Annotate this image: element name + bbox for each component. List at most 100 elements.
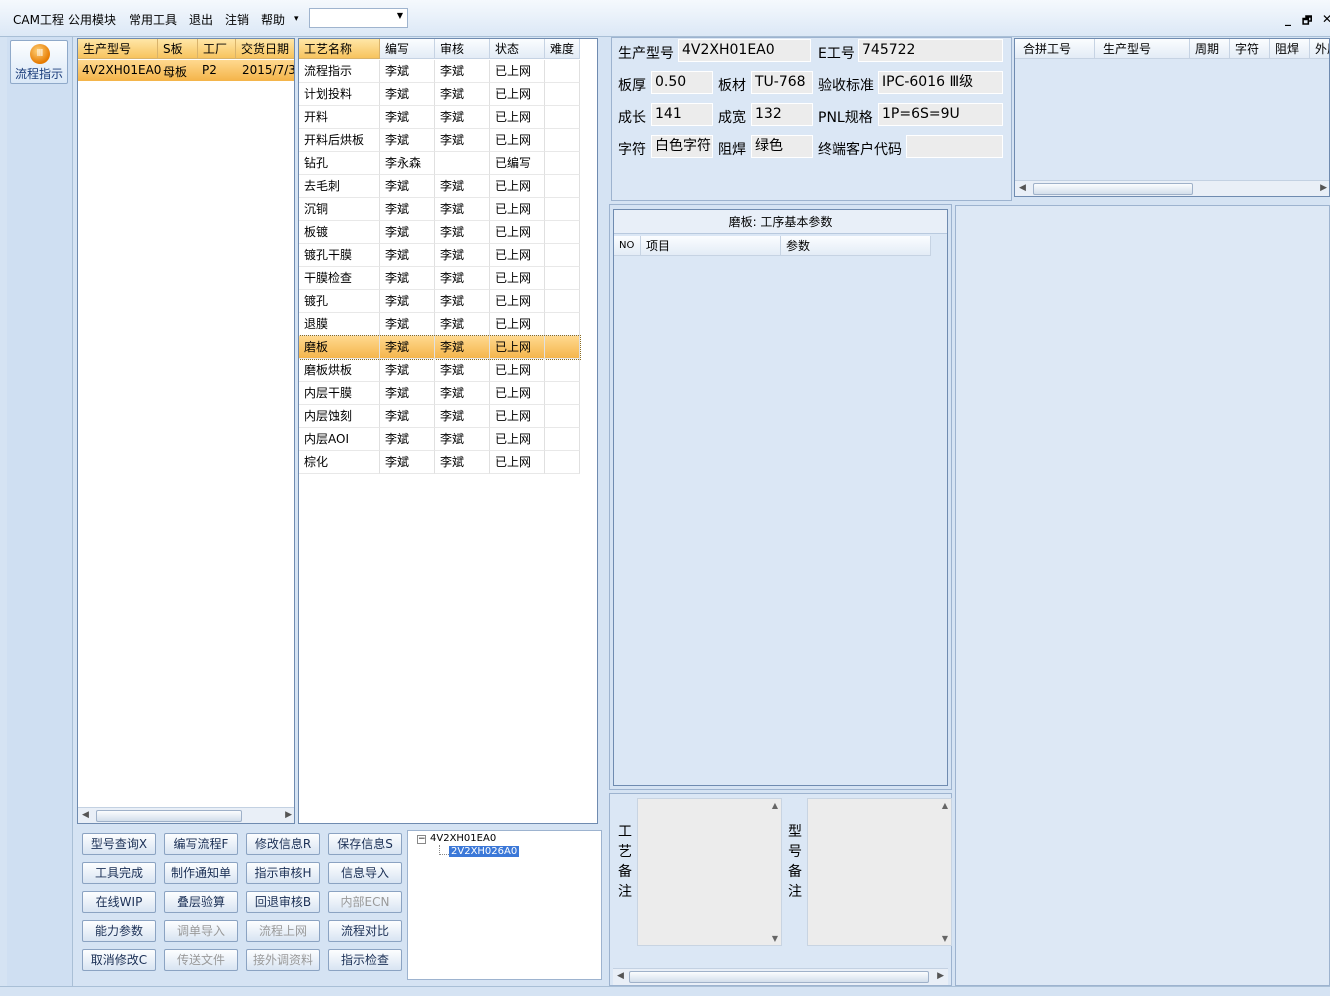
menu-overflow-arrow-icon[interactable]: ▾ bbox=[294, 14, 299, 24]
scroll-right-icon[interactable]: ▶ bbox=[285, 810, 292, 820]
action-button[interactable]: 叠层验算 bbox=[164, 891, 238, 913]
col-header-reviewer[interactable]: 审核 bbox=[435, 39, 490, 59]
model-remark-textarea[interactable]: ▲ ▼ bbox=[807, 798, 952, 946]
menu-common-module[interactable]: 公用模块 bbox=[68, 11, 116, 28]
action-button[interactable]: 型号查询X bbox=[82, 833, 156, 855]
col-header-item[interactable]: 项目 bbox=[641, 236, 781, 256]
col-header-no[interactable]: NO bbox=[614, 236, 641, 256]
action-button[interactable]: 回退审核B bbox=[246, 891, 320, 913]
field-standard[interactable]: IPC-6016 Ⅲ级 bbox=[878, 71, 1003, 94]
table-row[interactable]: 开料 李斌 李斌 已上网 bbox=[299, 106, 580, 129]
table-row[interactable]: 内层干膜 李斌 李斌 已上网 bbox=[299, 382, 580, 405]
action-button[interactable]: 编写流程F bbox=[164, 833, 238, 855]
scroll-up-icon[interactable]: ▲ bbox=[772, 801, 778, 810]
col-header-param[interactable]: 参数 bbox=[781, 236, 931, 256]
table-row[interactable]: 流程指示 李斌 李斌 已上网 bbox=[299, 60, 580, 83]
table-row[interactable]: 镀孔干膜 李斌 李斌 已上网 bbox=[299, 244, 580, 267]
col-header-merge-model[interactable]: 生产型号 bbox=[1095, 39, 1190, 59]
col-header-cycle[interactable]: 周期 bbox=[1190, 39, 1230, 59]
table-row[interactable]: 板镀 李斌 李斌 已上网 bbox=[299, 221, 580, 244]
tree-child-node[interactable]: 2V2XH026A0 bbox=[449, 846, 520, 857]
col-header-model[interactable]: 生产型号 bbox=[78, 39, 158, 59]
col-header-difficulty[interactable]: 难度 bbox=[545, 39, 580, 59]
table-row[interactable]: 内层蚀刻 李斌 李斌 已上网 bbox=[299, 405, 580, 428]
scroll-down-icon[interactable]: ▼ bbox=[942, 934, 948, 943]
action-button[interactable]: 信息导入 bbox=[328, 862, 402, 884]
tree-root-node[interactable]: 4V2XH01EA0 bbox=[430, 833, 496, 844]
menu-logout[interactable]: 注销 bbox=[225, 11, 249, 28]
menu-combobox[interactable]: ▼ bbox=[309, 8, 408, 28]
restore-icon[interactable]: 🗗 bbox=[1302, 12, 1312, 31]
remarks-hscrollbar[interactable]: ◀ ▶ bbox=[613, 968, 948, 985]
table-row[interactable]: 钻孔 李永森 已编写 bbox=[299, 152, 580, 175]
field-pnl[interactable]: 1P=6S=9U bbox=[878, 103, 1003, 126]
model-grid-hscrollbar[interactable]: ◀ ▶ bbox=[78, 807, 294, 823]
action-button[interactable]: 取消修改C bbox=[82, 949, 156, 971]
scroll-down-icon[interactable]: ▼ bbox=[772, 934, 778, 943]
menu-help[interactable]: 帮助 bbox=[261, 11, 285, 28]
action-button[interactable]: 制作通知单 bbox=[164, 862, 238, 884]
scroll-up-icon[interactable]: ▲ bbox=[942, 801, 948, 810]
flow-indicator-button[interactable]: Ⅲ 流程指示 bbox=[10, 40, 68, 84]
close-icon[interactable]: ✕ bbox=[1322, 12, 1330, 26]
table-row[interactable]: 内层AOI 李斌 李斌 已上网 bbox=[299, 428, 580, 451]
action-button[interactable]: 工具完成 bbox=[82, 862, 156, 884]
scroll-left-icon[interactable]: ◀ bbox=[1019, 183, 1026, 193]
action-button[interactable]: 指示检查 bbox=[328, 949, 402, 971]
col-header-status[interactable]: 状态 bbox=[490, 39, 545, 59]
table-row[interactable]: 磨板烘板 李斌 李斌 已上网 bbox=[299, 359, 580, 382]
table-row[interactable]: 去毛刺 李斌 李斌 已上网 bbox=[299, 175, 580, 198]
chevron-down-icon[interactable]: ▼ bbox=[397, 11, 403, 20]
table-row[interactable]: 磨板 李斌 李斌 已上网 bbox=[299, 335, 581, 360]
col-header-delivery-date[interactable]: 交货日期 bbox=[236, 39, 294, 59]
table-row[interactable]: 干膜检查 李斌 李斌 已上网 bbox=[299, 267, 580, 290]
table-row[interactable]: 沉铜 李斌 李斌 已上网 bbox=[299, 198, 580, 221]
field-e-job[interactable]: 745722 bbox=[858, 39, 1003, 62]
menu-cam[interactable]: CAM工程 bbox=[13, 11, 64, 28]
col-header-outer[interactable]: 外层 bbox=[1310, 39, 1329, 59]
col-header-mask[interactable]: 阻焊 bbox=[1270, 39, 1310, 59]
col-header-merge-job[interactable]: 合拼工号 bbox=[1015, 39, 1095, 59]
field-production-model[interactable]: 4V2XH01EA0 bbox=[678, 39, 811, 62]
scroll-thumb[interactable] bbox=[96, 810, 242, 822]
action-button[interactable]: 接外调资料 bbox=[246, 949, 320, 971]
tree-collapse-icon[interactable]: − bbox=[417, 835, 426, 844]
field-length[interactable]: 141 bbox=[651, 103, 713, 126]
col-header-factory[interactable]: 工厂 bbox=[198, 39, 236, 59]
table-row[interactable]: 计划投料 李斌 李斌 已上网 bbox=[299, 83, 580, 106]
col-header-char[interactable]: 字符 bbox=[1230, 39, 1270, 59]
scroll-thumb[interactable] bbox=[629, 971, 929, 983]
field-material[interactable]: TU-768 bbox=[751, 71, 813, 94]
minimize-icon[interactable]: _ bbox=[1285, 12, 1291, 26]
menu-exit[interactable]: 退出 bbox=[189, 11, 213, 28]
action-button[interactable]: 能力参数 bbox=[82, 920, 156, 942]
field-width[interactable]: 132 bbox=[751, 103, 813, 126]
scroll-thumb[interactable] bbox=[1033, 183, 1193, 195]
action-button[interactable]: 传送文件 bbox=[164, 949, 238, 971]
action-button[interactable]: 流程对比 bbox=[328, 920, 402, 942]
scroll-right-icon[interactable]: ▶ bbox=[937, 971, 944, 981]
table-row[interactable]: 退膜 李斌 李斌 已上网 bbox=[299, 313, 580, 336]
field-customer-code[interactable] bbox=[906, 135, 1003, 158]
scroll-left-icon[interactable]: ◀ bbox=[617, 971, 624, 981]
table-row[interactable]: 镀孔 李斌 李斌 已上网 bbox=[299, 290, 580, 313]
action-button[interactable]: 流程上网 bbox=[246, 920, 320, 942]
action-button[interactable]: 修改信息R bbox=[246, 833, 320, 855]
field-mask[interactable]: 绿色 bbox=[751, 135, 813, 158]
merge-grid-hscrollbar[interactable]: ◀ ▶ bbox=[1015, 180, 1329, 196]
col-header-process-name[interactable]: 工艺名称 bbox=[299, 39, 380, 59]
scroll-right-icon[interactable]: ▶ bbox=[1320, 183, 1327, 193]
action-button[interactable]: 调单导入 bbox=[164, 920, 238, 942]
action-button[interactable]: 在线WIP bbox=[82, 891, 156, 913]
col-header-s-board[interactable]: S板 bbox=[158, 39, 198, 59]
table-row[interactable]: 棕化 李斌 李斌 已上网 bbox=[299, 451, 580, 474]
field-thickness[interactable]: 0.50 bbox=[651, 71, 713, 94]
action-button[interactable]: 内部ECN bbox=[328, 891, 402, 913]
field-char[interactable]: 白色字符 bbox=[651, 135, 713, 158]
menu-common-tools[interactable]: 常用工具 bbox=[129, 11, 177, 28]
process-remark-textarea[interactable]: ▲ ▼ bbox=[637, 798, 782, 946]
action-button[interactable]: 保存信息S bbox=[328, 833, 402, 855]
table-row[interactable]: 4V2XH01EA0 母板 P2 2015/7/3 bbox=[78, 60, 294, 81]
scroll-left-icon[interactable]: ◀ bbox=[82, 810, 89, 820]
col-header-writer[interactable]: 编写 bbox=[380, 39, 435, 59]
